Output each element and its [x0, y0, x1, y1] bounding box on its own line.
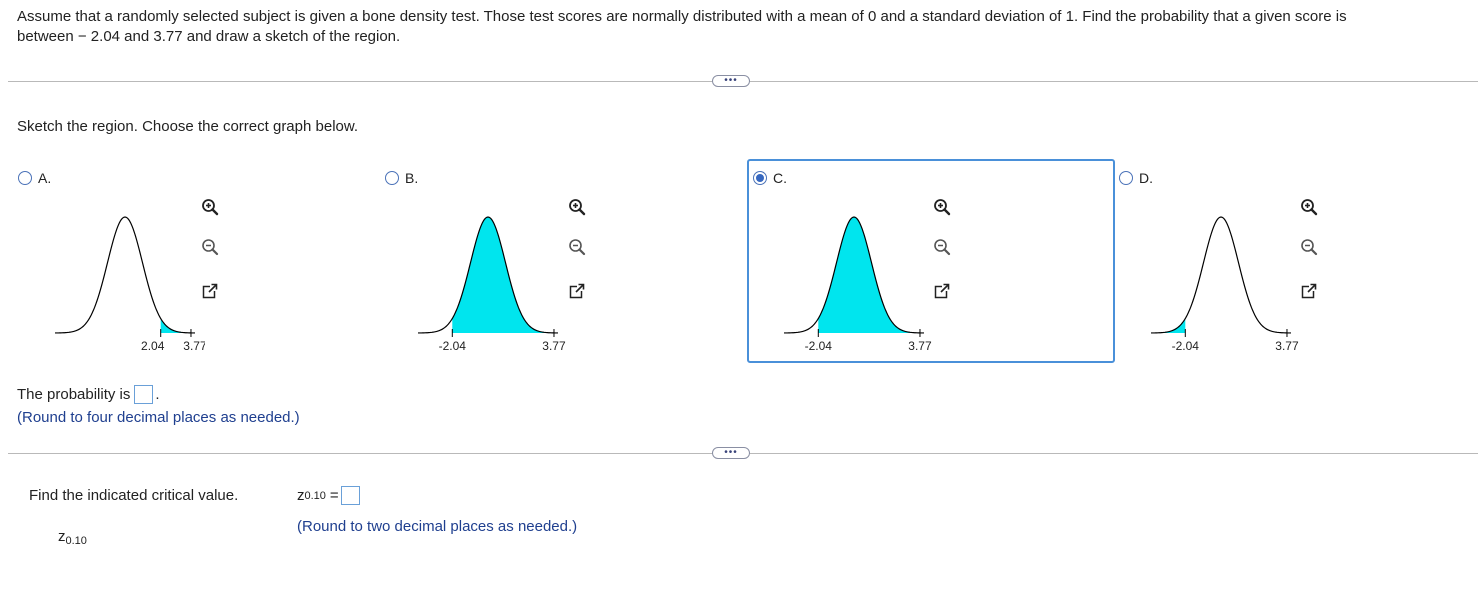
critical-z-subscript: 0.10 [65, 535, 87, 547]
critical-prompt: Find the indicated critical value. [29, 487, 239, 504]
probability-hint: (Round to four decimal places as needed.… [17, 409, 300, 426]
graph-d-bell-curve [1150, 216, 1292, 334]
option-c-letter: C. [773, 170, 787, 186]
expand-button-middle[interactable]: ••• [712, 447, 750, 459]
graph-c-label-left: -2.04 [805, 339, 833, 353]
probability-period: . [155, 386, 160, 403]
critical-z-symbol: z [58, 528, 66, 545]
critical-z-label: z0.10 [58, 528, 87, 547]
probability-answer-input[interactable] [134, 385, 154, 404]
critical-answer-line: z 0.10 = [297, 486, 360, 505]
option-d-letter: D. [1139, 170, 1153, 186]
probability-line: The probability is . [17, 385, 160, 404]
option-a-popout-icon[interactable] [200, 281, 220, 301]
option-c-zoom-in-icon[interactable] [932, 197, 952, 217]
critical-hint: (Round to two decimal places as needed.) [297, 518, 578, 535]
option-d-popout-icon[interactable] [1299, 281, 1319, 301]
radio-a[interactable] [18, 171, 32, 185]
graph-b: -2.04 3.77 [417, 216, 566, 353]
probability-label: The probability is [17, 386, 131, 403]
sketch-prompt: Sketch the region. Choose the correct gr… [17, 118, 359, 135]
option-b-popout-icon[interactable] [567, 281, 587, 301]
option-c[interactable]: C. [753, 170, 787, 186]
graph-a-bell-curve [54, 216, 196, 334]
graph-a-label-left: 2.04 [141, 339, 165, 353]
option-a-zoom-out-icon[interactable] [200, 237, 220, 257]
radio-c[interactable] [753, 171, 767, 185]
question-line-1: Assume that a randomly selected subject … [17, 8, 1347, 25]
option-c-popout-icon[interactable] [932, 281, 952, 301]
graph-c: -2.04 3.77 [783, 216, 932, 353]
graph-b-label-left: -2.04 [439, 339, 467, 353]
graph-d: -2.04 3.77 [1150, 216, 1299, 353]
option-d-zoom-in-icon[interactable] [1299, 197, 1319, 217]
option-b-letter: B. [405, 170, 419, 186]
graph-c-label-right: 3.77 [908, 339, 932, 353]
option-c-zoom-out-icon[interactable] [932, 237, 952, 257]
option-a-zoom-in-icon[interactable] [200, 197, 220, 217]
graph-b-label-right: 3.77 [542, 339, 566, 353]
radio-d[interactable] [1119, 171, 1133, 185]
critical-eq-z-subscript: 0.10 [304, 489, 326, 502]
option-d-zoom-out-icon[interactable] [1299, 237, 1319, 257]
question-text: Assume that a randomly selected subject … [17, 7, 1462, 47]
graph-d-label-left: -2.04 [1172, 339, 1200, 353]
radio-b[interactable] [385, 171, 399, 185]
option-d[interactable]: D. [1119, 170, 1153, 186]
option-b-zoom-in-icon[interactable] [567, 197, 587, 217]
critical-answer-input[interactable] [340, 486, 360, 505]
expand-button-top[interactable]: ••• [712, 75, 750, 87]
option-a[interactable]: A. [18, 170, 51, 186]
option-b-zoom-out-icon[interactable] [567, 237, 587, 257]
critical-eq-z-symbol: z [297, 487, 305, 504]
critical-equals: = [329, 487, 339, 504]
option-a-letter: A. [38, 170, 52, 186]
question-line-2: between − 2.04 and 3.77 and draw a sketc… [17, 28, 401, 45]
graph-a-label-right: 3.77 [183, 339, 205, 353]
option-b[interactable]: B. [385, 170, 418, 186]
graph-d-label-right: 3.77 [1275, 339, 1299, 353]
graph-a: 2.04 3.77 [54, 216, 205, 353]
